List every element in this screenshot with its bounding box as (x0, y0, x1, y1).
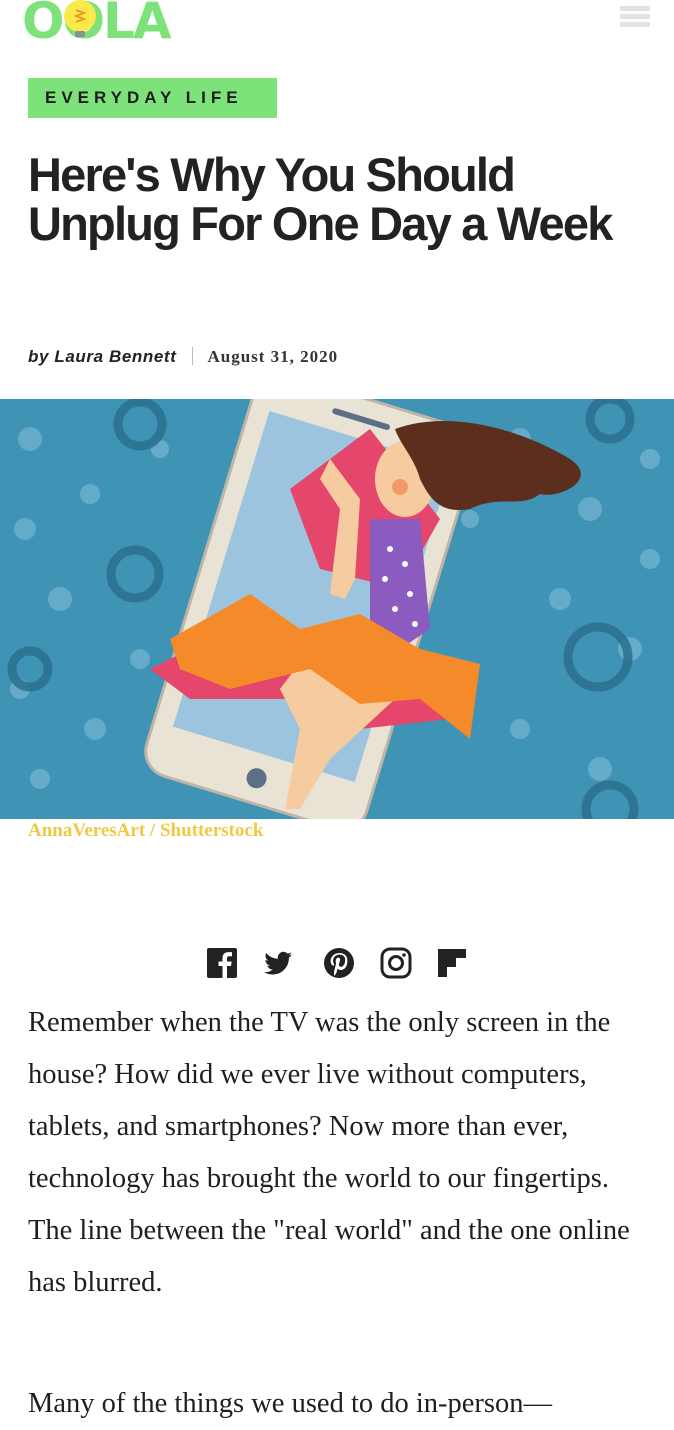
article-paragraph: Remember when the TV was the only screen… (28, 1007, 630, 1298)
pinterest-icon[interactable] (323, 947, 355, 979)
site-header: OOLA (0, 0, 674, 60)
category-badge[interactable]: EVERYDAY LIFE (28, 78, 277, 118)
byline: by Laura Bennett August 31, 2020 (28, 344, 338, 370)
instagram-icon[interactable] (380, 947, 412, 979)
byline-divider (192, 347, 194, 365)
hero-illustration (0, 399, 674, 819)
hamburger-menu-icon[interactable] (620, 6, 650, 34)
site-logo[interactable]: OOLA (22, 0, 172, 48)
publish-date: August 31, 2020 (207, 347, 339, 366)
article-title: Here's Why You Should Unplug For One Day… (28, 148, 613, 250)
image-credit[interactable]: AnnaVeresArt / Shutterstock (28, 820, 263, 842)
article-paragraph: Many of the things we used to do in-pers… (28, 1388, 553, 1419)
facebook-icon[interactable] (206, 947, 238, 979)
flipboard-icon[interactable] (436, 947, 468, 979)
hero-image (0, 399, 674, 819)
twitter-icon[interactable] (262, 947, 294, 979)
author-name[interactable]: by Laura Bennett (28, 347, 176, 366)
lightbulb-icon (64, 0, 96, 37)
